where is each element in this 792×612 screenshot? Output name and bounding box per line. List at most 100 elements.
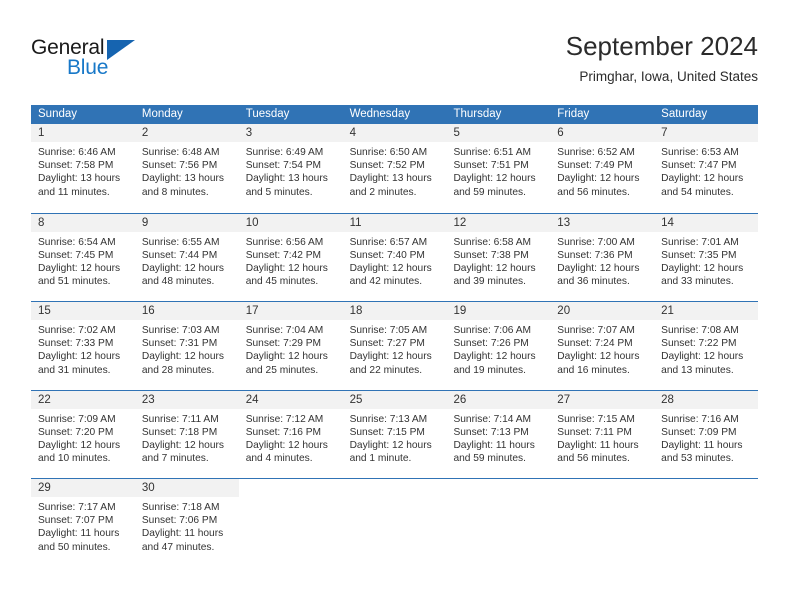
day-cell[interactable]: 29 Sunrise: 7:17 AM Sunset: 7:07 PM Dayligh… (31, 479, 135, 567)
day-cell[interactable]: 12 Sunrise: 6:58 AM Sunset: 7:38 PM Dayligh… (446, 213, 551, 302)
day-details: Sunrise: 6:49 AM Sunset: 7:54 PM Daylight:… (239, 142, 343, 199)
day-details: Sunrise: 7:16 AM Sunset: 7:09 PM Daylight:… (654, 409, 758, 466)
sunrise-text: Sunrise: 7:06 AM (453, 325, 532, 336)
day-details: Sunrise: 6:52 AM Sunset: 7:49 PM Daylight:… (550, 142, 654, 199)
daylight-text-line2: and 33 minutes. (661, 276, 734, 288)
daylight-text-line1: Daylight: 12 hours (453, 351, 536, 363)
day-cell-empty (446, 479, 550, 567)
sunrise-text: Sunrise: 6:54 AM (38, 236, 116, 248)
logo-text-blue: Blue (67, 56, 109, 79)
day-details: Sunrise: 6:58 AM Sunset: 7:38 PM Daylight:… (446, 232, 550, 289)
weekday-header-saturday: Saturday (661, 108, 708, 120)
day-cell[interactable]: 25 Sunrise: 7:13 AM Sunset: 7:15 PM Dayligh… (342, 390, 447, 479)
day-number-band: 5 (446, 124, 551, 142)
day-number: 5 (453, 127, 460, 139)
weekday-header-row: Sunday Monday Tuesday Wednesday Thursday… (31, 105, 758, 124)
day-cell[interactable]: 18 Sunrise: 7:05 AM Sunset: 7:27 PM Dayligh… (342, 302, 447, 390)
day-cell[interactable]: 26 Sunrise: 7:14 AM Sunset: 7:13 PM Dayligh… (446, 390, 551, 479)
sunrise-text: Sunrise: 6:49 AM (245, 147, 324, 158)
sunset-text: Sunset: 7:13 PM (453, 426, 529, 438)
calendar-grid: Sunday Monday Tuesday Wednesday Thursday… (31, 105, 759, 567)
daylight-text-line2: and 50 minutes. (38, 541, 111, 553)
day-number-band: 21 (654, 302, 759, 320)
sunrise-text: Sunrise: 7:17 AM (38, 502, 116, 513)
day-number-band: 16 (134, 302, 239, 320)
sunrise-text: Sunrise: 7:18 AM (141, 502, 220, 513)
sunrise-text: Sunrise: 6:53 AM (661, 147, 739, 158)
day-cell[interactable]: 14 Sunrise: 7:01 AM Sunset: 7:35 PM Dayligh… (654, 213, 759, 302)
daylight-text-line1: Daylight: 12 hours (453, 173, 536, 185)
daylight-text-line1: Daylight: 12 hours (141, 351, 224, 363)
daylight-text-line2: and 1 minute. (349, 453, 412, 465)
day-cell[interactable]: 17 Sunrise: 7:04 AM Sunset: 7:29 PM Dayligh… (238, 302, 343, 390)
weeks-container: 1 Sunrise: 6:46 AM Sunset: 7:58 PM Daylight… (31, 124, 759, 567)
day-cell[interactable]: 8 Sunrise: 6:54 AM Sunset: 7:45 PM Daylight… (31, 213, 135, 302)
day-cell[interactable]: 23 Sunrise: 7:11 AM Sunset: 7:18 PM Dayligh… (134, 390, 239, 479)
daylight-text-line1: Daylight: 11 hours (557, 439, 639, 451)
day-cell[interactable]: 20 Sunrise: 7:07 AM Sunset: 7:24 PM Dayligh… (550, 302, 655, 390)
weekday-header-tuesday: Tuesday (245, 108, 290, 120)
day-cell[interactable]: 13 Sunrise: 7:00 AM Sunset: 7:36 PM Dayligh… (550, 213, 655, 302)
sunset-text: Sunset: 7:45 PM (38, 249, 114, 261)
general-blue-logo[interactable]: General Blue (31, 36, 151, 82)
day-number: 10 (245, 216, 259, 229)
day-cell[interactable]: 9 Sunrise: 6:55 AM Sunset: 7:44 PM Daylight… (134, 213, 239, 302)
weekday-header-thursday: Thursday (453, 108, 502, 120)
day-details: Sunrise: 7:12 AM Sunset: 7:16 PM Daylight:… (239, 409, 343, 466)
day-cell[interactable]: 6 Sunrise: 6:52 AM Sunset: 7:49 PM Daylight… (550, 124, 655, 213)
day-number: 28 (661, 393, 674, 406)
day-number-band: 9 (134, 213, 239, 232)
week-row: 22 Sunrise: 7:09 AM Sunset: 7:20 PM Dayligh… (31, 389, 759, 479)
day-cell[interactable]: 4 Sunrise: 6:50 AM Sunset: 7:52 PM Daylight… (342, 124, 447, 213)
logo-triangle-icon (107, 40, 135, 60)
day-cell[interactable]: 3 Sunrise: 6:49 AM Sunset: 7:54 PM Daylight… (238, 124, 343, 213)
daylight-text-line1: Daylight: 11 hours (141, 528, 224, 540)
day-cell[interactable]: 19 Sunrise: 7:06 AM Sunset: 7:26 PM Dayligh… (446, 302, 551, 390)
day-details: Sunrise: 6:55 AM Sunset: 7:44 PM Daylight:… (135, 232, 239, 289)
day-cell[interactable]: 21 Sunrise: 7:08 AM Sunset: 7:22 PM Dayligh… (654, 302, 759, 390)
daylight-text-line1: Daylight: 12 hours (661, 173, 744, 185)
sunrise-text: Sunrise: 6:58 AM (453, 236, 532, 248)
day-cell[interactable]: 5 Sunrise: 6:51 AM Sunset: 7:51 PM Daylight… (446, 124, 551, 213)
day-cell[interactable]: 22 Sunrise: 7:09 AM Sunset: 7:20 PM Dayligh… (31, 390, 135, 479)
day-number-band: 30 (134, 479, 239, 497)
day-cell[interactable]: 24 Sunrise: 7:12 AM Sunset: 7:16 PM Dayligh… (238, 390, 343, 479)
day-cell[interactable]: 11 Sunrise: 6:57 AM Sunset: 7:40 PM Dayligh… (342, 213, 447, 302)
daylight-text-line1: Daylight: 12 hours (661, 351, 744, 363)
sunrise-text: Sunrise: 7:15 AM (557, 413, 635, 425)
day-number: 19 (453, 305, 467, 317)
day-cell[interactable]: 15 Sunrise: 7:02 AM Sunset: 7:33 PM Dayligh… (31, 302, 135, 390)
day-details (550, 497, 654, 501)
sunrise-text: Sunrise: 7:03 AM (141, 325, 220, 336)
day-cell[interactable]: 16 Sunrise: 7:03 AM Sunset: 7:31 PM Dayligh… (134, 302, 239, 390)
sunset-text: Sunset: 7:26 PM (453, 338, 529, 350)
day-cell[interactable]: 28 Sunrise: 7:16 AM Sunset: 7:09 PM Dayligh… (654, 390, 759, 479)
title-block: September 2024 Primghar, Iowa, United St… (566, 30, 758, 87)
sunrise-text: Sunrise: 7:04 AM (245, 325, 324, 336)
daylight-text-line1: Daylight: 12 hours (557, 262, 640, 274)
sunrise-text: Sunrise: 7:01 AM (661, 236, 739, 248)
day-details (239, 497, 343, 501)
daylight-text-line2: and 42 minutes. (349, 276, 423, 288)
day-number: 17 (245, 305, 259, 317)
day-details: Sunrise: 7:09 AM Sunset: 7:20 PM Daylight:… (31, 409, 135, 466)
day-number-band: 12 (446, 213, 551, 232)
day-details: Sunrise: 6:46 AM Sunset: 7:58 PM Daylight:… (31, 142, 135, 199)
day-number-band: 3 (238, 124, 343, 142)
day-cell[interactable]: 2 Sunrise: 6:48 AM Sunset: 7:56 PM Daylight… (134, 124, 239, 213)
day-cell[interactable]: 1 Sunrise: 6:46 AM Sunset: 7:58 PM Daylight… (31, 124, 135, 213)
daylight-text-line1: Daylight: 12 hours (349, 262, 432, 274)
day-cell[interactable]: 7 Sunrise: 6:53 AM Sunset: 7:47 PM Daylight… (654, 124, 759, 213)
daylight-text-line1: Daylight: 12 hours (38, 439, 121, 451)
day-number: 18 (349, 305, 363, 317)
day-cell[interactable]: 10 Sunrise: 6:56 AM Sunset: 7:42 PM Dayligh… (238, 213, 343, 302)
day-number: 12 (453, 216, 467, 229)
day-number: 13 (557, 216, 571, 229)
sunrise-text: Sunrise: 7:12 AM (245, 413, 324, 425)
day-details: Sunrise: 7:14 AM Sunset: 7:13 PM Daylight:… (446, 409, 550, 466)
daylight-text-line2: and 11 minutes. (38, 186, 110, 198)
day-number-band: 17 (238, 302, 343, 320)
day-details: Sunrise: 6:48 AM Sunset: 7:56 PM Daylight:… (135, 142, 239, 199)
day-cell[interactable]: 27 Sunrise: 7:15 AM Sunset: 7:11 PM Dayligh… (550, 390, 655, 479)
day-cell[interactable]: 30 Sunrise: 7:18 AM Sunset: 7:06 PM Dayligh… (134, 479, 239, 567)
